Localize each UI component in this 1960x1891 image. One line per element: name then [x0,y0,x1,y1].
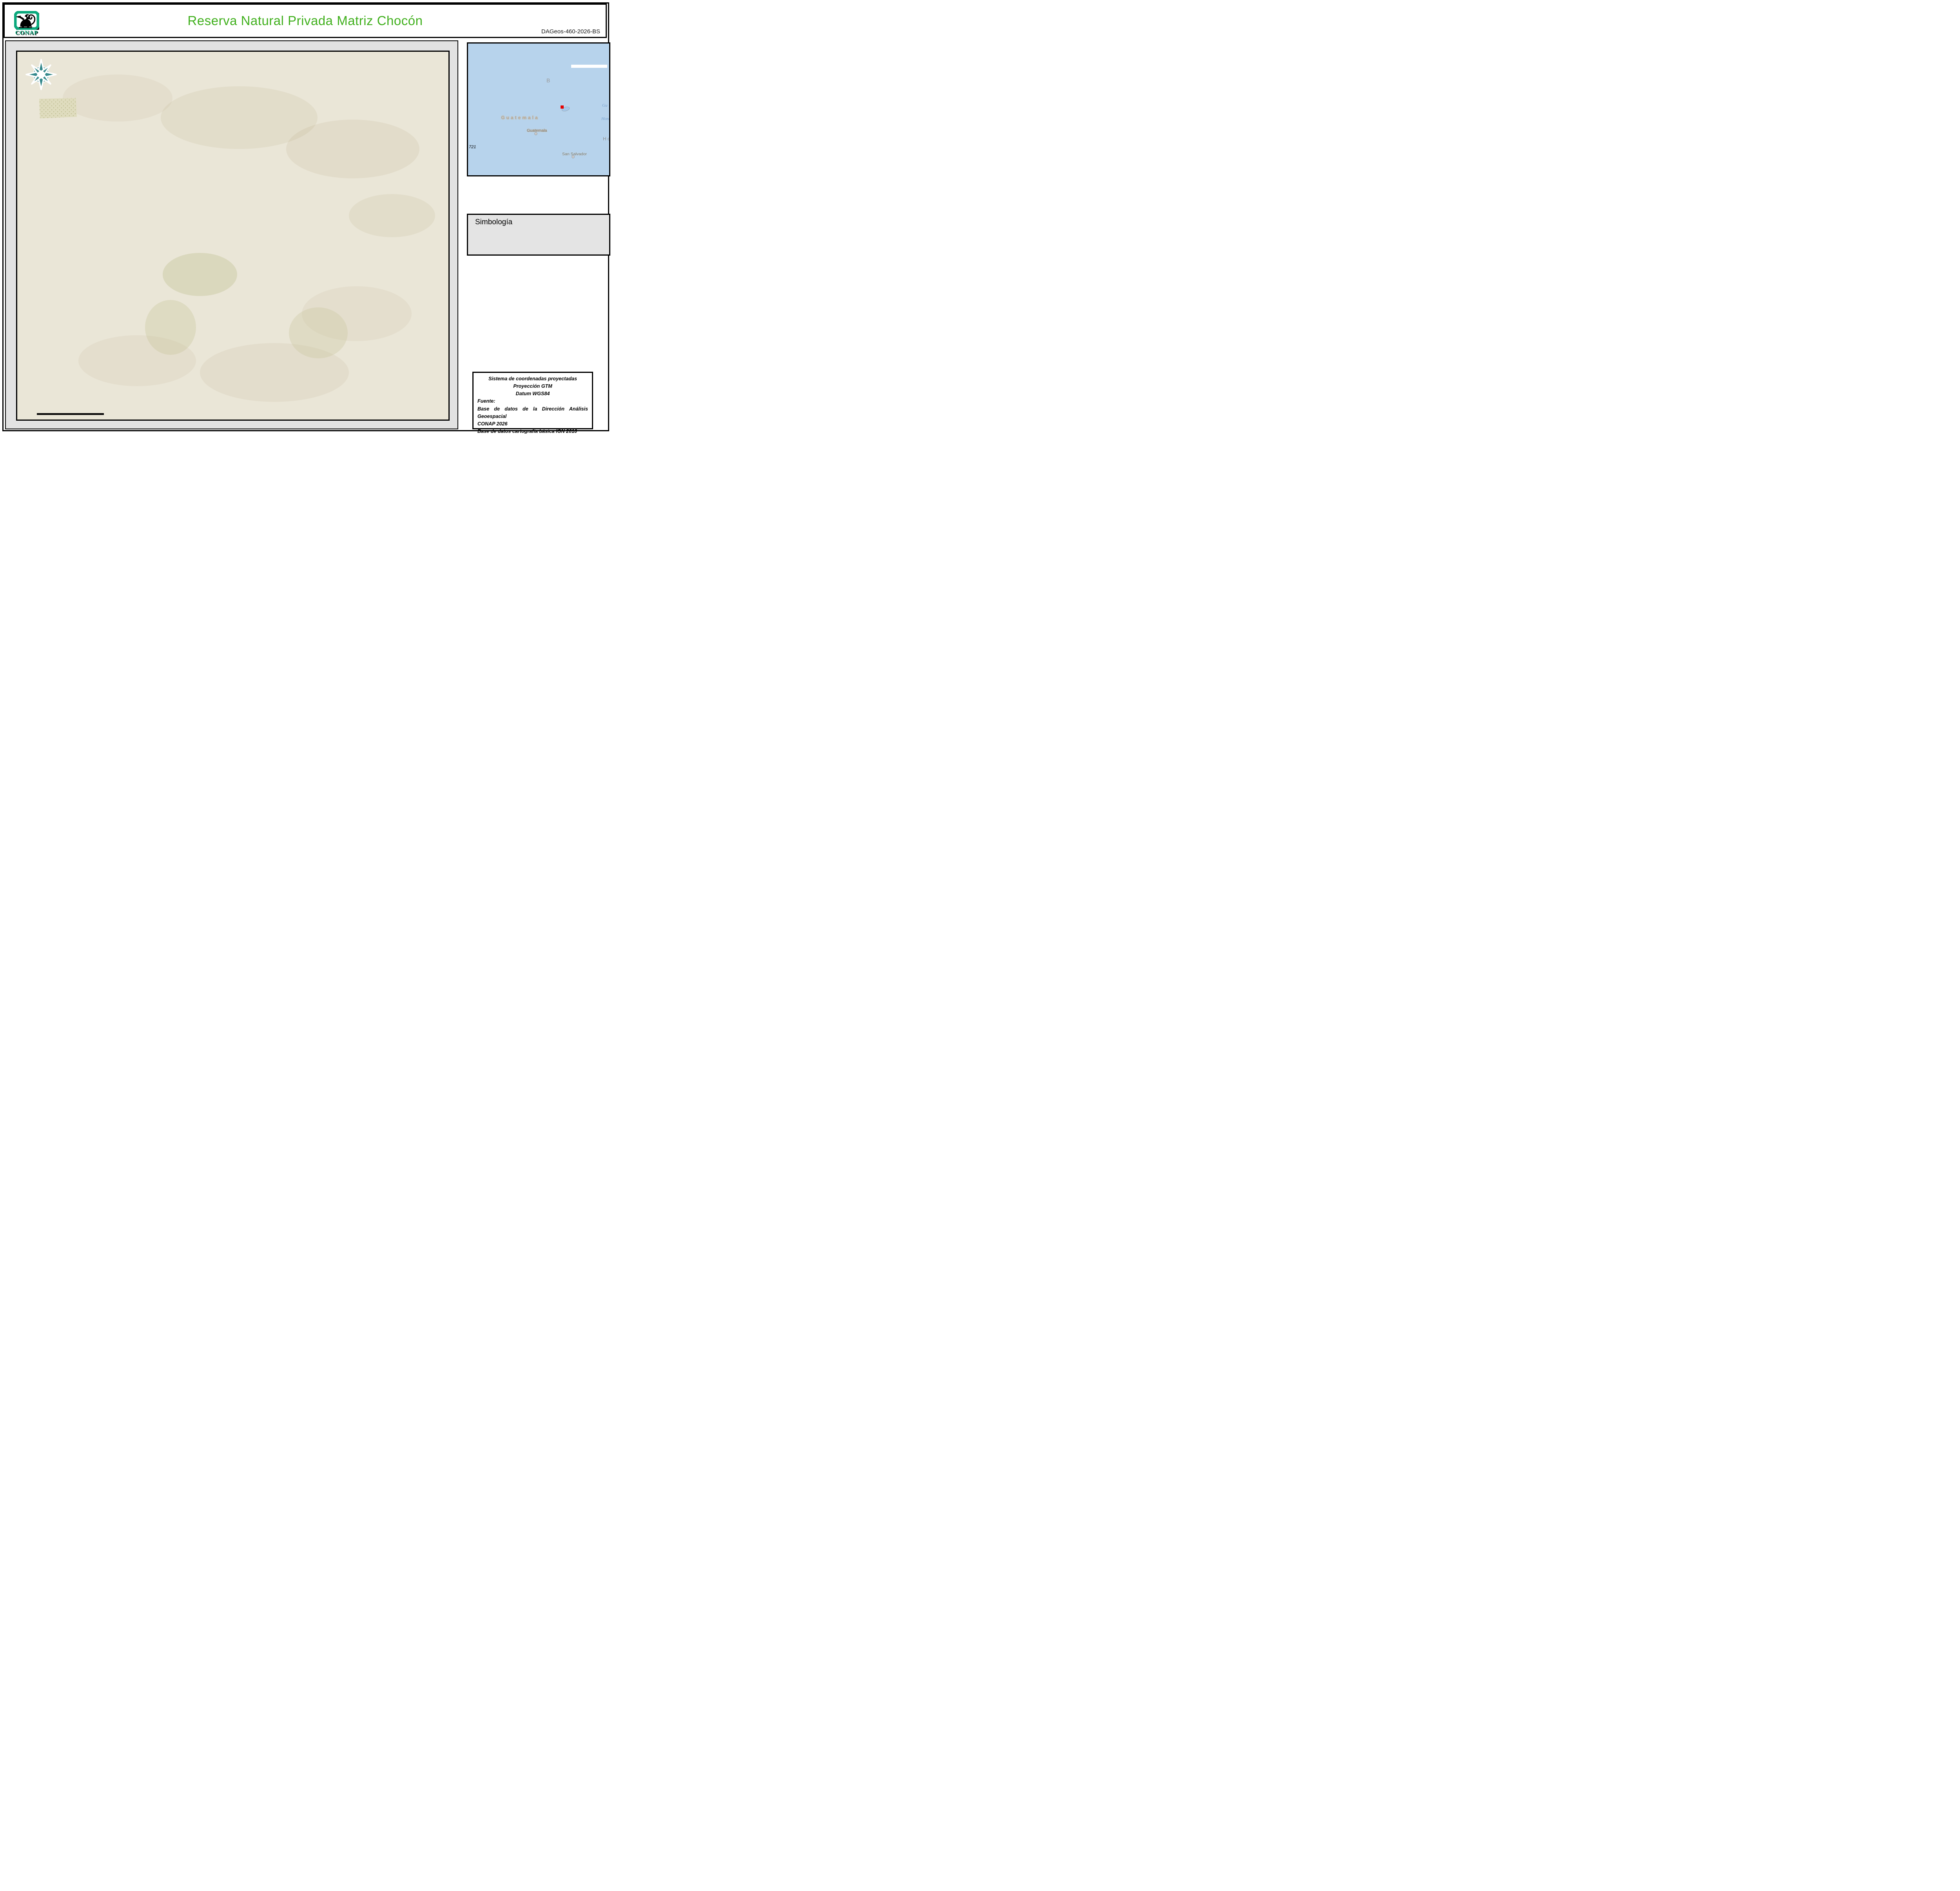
projection-source-box: Sistema de coordenadas proyectadas Proye… [472,372,593,429]
legend-box: Simbología [467,214,610,256]
map-document-page: CONAP Reserva Natural Privada Matriz Cho… [0,0,612,434]
logo-wordmark: CONAP [9,30,45,36]
inset-country-label: Guatemala [495,115,546,120]
inset-city2-label: San Salvador [562,152,587,156]
inset-sea-fragment: Gu [602,103,607,108]
inset-area-marker [561,105,564,109]
info-source-title: Fuente: [477,398,588,405]
inset-depth-label: 721 [469,145,476,149]
terrain-shading [63,74,435,402]
inset-city-label: Guatemala [527,128,547,133]
info-source-line2: CONAP 2026 [477,420,588,428]
inset-honduras-fragment: H o [603,136,610,142]
map-canvas [16,51,450,421]
document-id: DAGeos-460-2026-BS [541,28,600,35]
info-coord-system: Sistema de coordenadas proyectadas [477,375,588,383]
header: CONAP Reserva Natural Privada Matriz Cho… [4,4,607,38]
info-datum: Datum WGS84 [477,390,588,398]
inset-sea-fragment-2: Hond [601,116,610,121]
inset-locator-map: B Guatemala Guatemala San Salvador 721 G… [467,42,610,176]
legend-title: Simbología [475,218,512,227]
inset-dispute-note [571,65,607,68]
info-projection: Proyección GTM [477,383,588,390]
info-source-line3: Base de datos cartografía básica IGN 201… [477,428,588,434]
compass-rose-icon [26,60,56,89]
vegetation-patch [39,98,77,118]
page-title: Reserva Natural Privada Matriz Chocón [5,13,606,28]
map-frame [5,40,458,429]
inset-belize-fragment: B [546,77,551,84]
info-source-line1: Base de datos de la Dirección Análisis G… [477,405,588,420]
